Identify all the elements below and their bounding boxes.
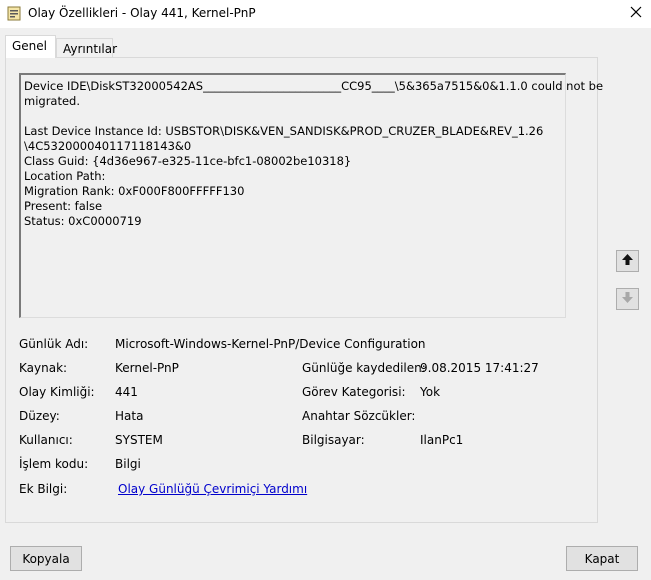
task-category-label: Görev Kategorisi: (302, 385, 406, 399)
description-line: Last Device Instance Id: USBSTOR\DISK&VE… (24, 124, 544, 138)
user-value: SYSTEM (115, 433, 163, 447)
level-value: Hata (115, 409, 144, 423)
log-name-label: Günlük Adı: (19, 337, 89, 351)
description-line: Location Path: (24, 169, 106, 183)
next-event-button[interactable] (616, 288, 639, 310)
opcode-value: Bilgi (115, 457, 141, 471)
arrow-up-icon (621, 253, 634, 269)
source-value: Kernel-PnP (115, 361, 179, 375)
description-line: Migration Rank: 0xF000F800FFFFF130 (24, 184, 245, 198)
computer-label: Bilgisayar: (302, 433, 365, 447)
description-line: Status: 0xC0000719 (24, 214, 142, 228)
tab-details[interactable]: Ayrıntılar (56, 38, 117, 58)
previous-event-button[interactable] (616, 250, 639, 272)
event-id-value: 441 (115, 385, 138, 399)
user-label: Kullanıcı: (19, 433, 73, 447)
computer-value: IlanPc1 (420, 433, 464, 447)
opcode-label: İşlem kodu: (19, 457, 89, 471)
description-line: migrated. (24, 94, 81, 108)
event-properties-icon (7, 6, 21, 21)
title-bar: Olay Özellikleri - Olay 441, Kernel-PnP (0, 0, 651, 28)
close-icon (630, 6, 642, 21)
keywords-label: Anahtar Sözcükler: (302, 409, 416, 423)
logged-label: Günlüğe kaydedilen: (302, 361, 426, 375)
log-name-value: Microsoft-Windows-Kernel-PnP/Device Conf… (115, 337, 426, 351)
event-description-box[interactable]: Device IDE\DiskST32000542AS_____________… (19, 73, 603, 318)
tab-general[interactable]: Genel (5, 35, 56, 58)
close-button[interactable]: Kapat (566, 546, 638, 571)
logged-value: 9.08.2015 17:41:27 (420, 361, 539, 375)
description-line: Device IDE\DiskST32000542AS_____________… (24, 79, 604, 93)
level-label: Düzey: (19, 409, 60, 423)
description-line: \4C532000040117118143&0 (24, 139, 192, 153)
task-category-value: Yok (420, 385, 441, 399)
description-line: Present: false (24, 199, 103, 213)
event-id-label: Olay Kimliği: (19, 385, 95, 399)
description-line: Class Guid: {4d36e967-e325-11ce-bfc1-080… (24, 154, 352, 168)
arrow-down-icon (621, 291, 634, 307)
window-title: Olay Özellikleri - Olay 441, Kernel-PnP (28, 6, 256, 20)
more-info-label: Ek Bilgi: (19, 482, 68, 496)
close-window-button[interactable] (622, 1, 650, 25)
online-help-link[interactable]: Olay Günlüğü Çevrimiçi Yardımı (118, 482, 307, 496)
copy-button[interactable]: Kopyala (10, 546, 82, 571)
source-label: Kaynak: (19, 361, 68, 375)
